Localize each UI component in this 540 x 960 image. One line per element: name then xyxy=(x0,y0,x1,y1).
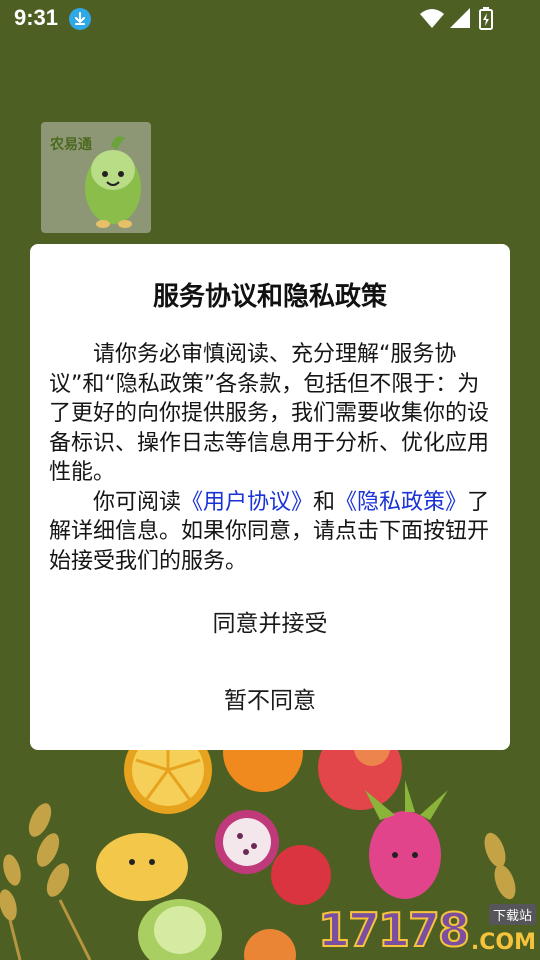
decline-button[interactable]: 暂不同意 xyxy=(30,681,510,721)
signal-icon xyxy=(450,8,470,28)
app-logo: 农易通 xyxy=(41,122,151,233)
text-segment: 你可阅读 xyxy=(93,489,182,515)
watermark-number: 17178 xyxy=(317,902,471,958)
wifi-icon xyxy=(420,9,444,28)
dialog-title: 服务协议和隐私政策 xyxy=(152,282,387,312)
text-segment: 和 xyxy=(313,489,336,515)
dialog-paragraph: 请你务必审慎阅读、充分理解“服务协议”和“隐私政策”各条款，包括但不限于：为了更… xyxy=(49,342,490,485)
status-icons xyxy=(420,7,500,31)
watermark-tag: 下载站 xyxy=(488,904,536,925)
mascot-icon xyxy=(85,136,141,228)
download-icon xyxy=(69,8,91,30)
accept-button[interactable]: 同意并接受 xyxy=(30,604,510,644)
fruit-illustration xyxy=(244,929,296,960)
watermark-logo: 17178 下载站 .COM xyxy=(315,900,540,960)
cabbage-illustration xyxy=(138,899,222,960)
privacy-policy-link[interactable]: 《隐私政策》 xyxy=(335,490,467,515)
dialog-paragraph: 你可阅读《用户协议》和《隐私政策》了解详细信息。如果你同意，请点击下面按钮开始接… xyxy=(49,488,493,577)
passion-fruit-illustration xyxy=(215,810,279,874)
status-bar: 9:31 xyxy=(0,0,540,38)
lychee-illustration xyxy=(271,845,331,905)
user-agreement-link[interactable]: 《用户协议》 xyxy=(181,490,313,515)
status-time: 9:31 xyxy=(14,5,59,30)
battery-icon xyxy=(479,7,493,30)
privacy-dialog: 服务协议和隐私政策 请你务必审慎阅读、充分理解“服务协议”和“隐私政策”各条款，… xyxy=(30,244,510,750)
watermark-suffix: .COM xyxy=(470,930,536,955)
mango-illustration xyxy=(96,833,188,901)
dialog-body: 请你务必审慎阅读、充分理解“服务协议”和“隐私政策”各条款，包括但不限于：为了更… xyxy=(49,340,493,576)
